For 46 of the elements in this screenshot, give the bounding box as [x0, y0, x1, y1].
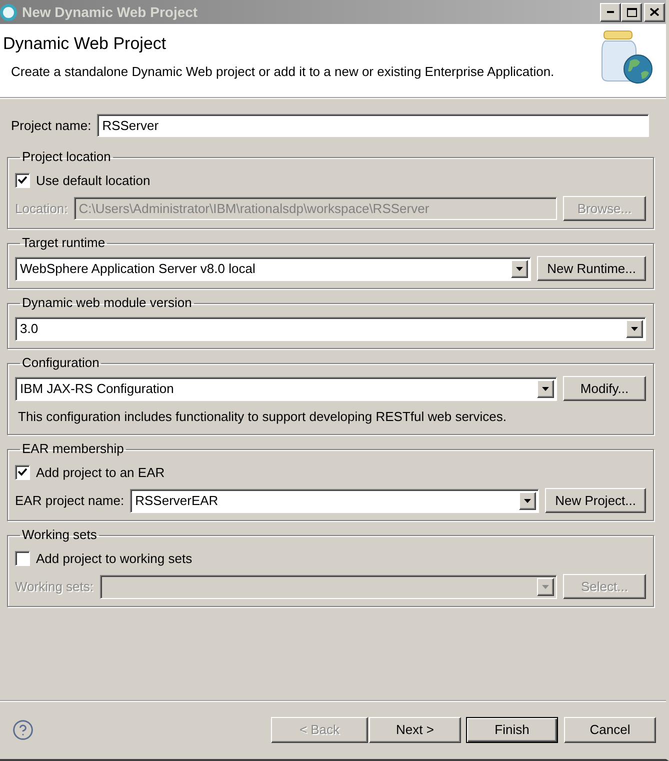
caret-down-icon[interactable] — [537, 380, 554, 398]
dropdown[interactable]: RSServerEAR — [130, 488, 540, 512]
checkbox[interactable] — [15, 550, 30, 566]
checkbox[interactable] — [15, 172, 30, 188]
field-label: Working sets: — [15, 579, 94, 594]
dialog-button[interactable]: Finish — [466, 716, 558, 742]
action-button[interactable]: Modify... — [563, 376, 646, 401]
dialog-button[interactable]: Next > — [369, 716, 461, 742]
group-label: Working sets — [21, 527, 98, 543]
checkbox-label[interactable]: Add project to an EAR — [36, 464, 165, 480]
group-label: EAR membership — [21, 441, 125, 457]
caret-down-icon[interactable] — [519, 492, 536, 510]
maximize-icon — [626, 8, 636, 16]
close-button[interactable] — [644, 2, 665, 22]
window-title: New Dynamic Web Project — [22, 4, 199, 20]
dialog-button[interactable]: Cancel — [564, 716, 656, 742]
dropdown[interactable]: WebSphere Application Server v8.0 local — [15, 256, 532, 280]
group-label: Target runtime — [21, 235, 106, 251]
caret-down-icon[interactable] — [626, 320, 643, 338]
checkbox-label[interactable]: Add project to working sets — [36, 550, 192, 566]
jar-globe-icon — [600, 29, 654, 85]
checkbox-label[interactable]: Use default location — [36, 172, 150, 188]
caret-down-icon[interactable] — [511, 260, 528, 278]
dropdown[interactable]: IBM JAX-RS Configuration — [15, 376, 557, 400]
field-label: EAR project name: — [15, 493, 124, 508]
checkbox[interactable] — [15, 464, 30, 480]
field-label: Location: — [15, 201, 68, 216]
help-icon[interactable] — [12, 718, 34, 740]
dropdown[interactable]: 3.0 — [15, 316, 646, 340]
group-label: Dynamic web module version — [21, 295, 193, 311]
window-icon — [0, 4, 17, 20]
minimize-button[interactable] — [600, 2, 621, 22]
group-label: Configuration — [21, 355, 100, 371]
group-label: Project location — [21, 149, 112, 165]
action-button[interactable]: New Project... — [545, 488, 646, 513]
minimize-icon — [607, 11, 614, 13]
action-button[interactable]: New Runtime... — [537, 256, 646, 281]
checkmark-icon — [18, 468, 27, 476]
checkmark-icon — [18, 176, 27, 184]
page-description: Create a standalone Dynamic Web project or add it to a new or existing Enterprise Application. — [11, 64, 554, 80]
close-icon — [650, 8, 659, 16]
page-title: Dynamic Web Project — [3, 34, 166, 54]
description-text: This configuration includes functionality to support developing RESTful web services. — [17, 408, 508, 426]
maximize-button[interactable] — [621, 2, 642, 22]
field-label: Project name: — [11, 118, 92, 132]
text-field[interactable]: RSServer — [97, 114, 649, 136]
